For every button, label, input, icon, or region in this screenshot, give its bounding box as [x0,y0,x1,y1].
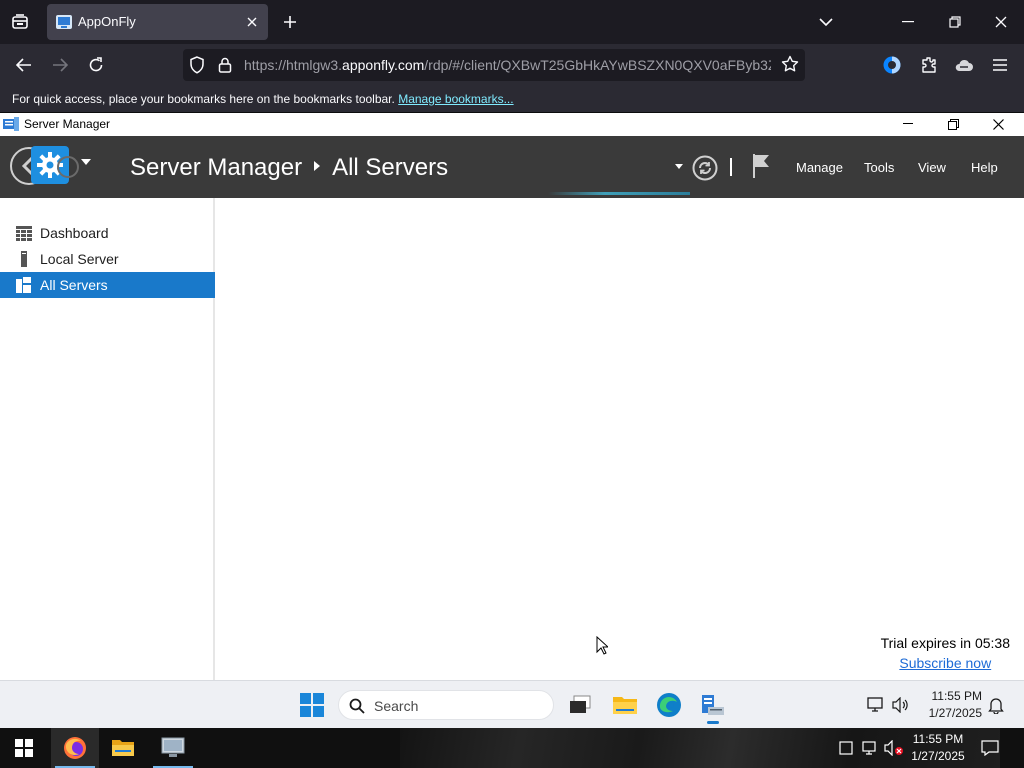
trial-notice: Trial expires in 05:38 Subscribe now [881,635,1010,671]
minimize-icon[interactable] [888,114,928,134]
sidebar-item-label: Local Server [40,251,119,267]
host-network-icon[interactable] [861,738,881,758]
window-title: Server Manager [24,117,111,131]
host-volume-muted-icon[interactable] [884,738,904,758]
restore-window-icon[interactable] [943,10,967,34]
search-placeholder: Search [374,698,419,714]
host-action-center-icon[interactable] [980,738,1000,758]
maximize-icon[interactable] [933,114,973,134]
refresh-progress-indicator [548,192,690,195]
server-manager-titlebar: Server Manager [0,113,1024,136]
host-firefox-icon[interactable] [51,728,99,768]
main-content-area[interactable] [217,198,1024,680]
refresh-icon[interactable] [692,155,718,181]
sidebar-item-label: All Servers [40,277,108,293]
menu-view[interactable]: View [918,160,946,175]
browser-tab[interactable]: AppOnFly [47,4,268,40]
menu-manage[interactable]: Manage [796,160,843,175]
extension-cloud-icon[interactable] [952,53,976,77]
host-windows-start-icon[interactable] [0,728,48,768]
host-time: 11:55 PM [912,732,964,746]
navigation-history-dropdown-icon[interactable] [80,158,92,166]
sidebar-item-dashboard[interactable]: Dashboard [0,220,215,246]
tab-title: AppOnFly [78,14,136,29]
minimize-window-icon[interactable] [896,10,920,34]
menu-tools[interactable]: Tools [864,160,894,175]
remote-time: 11:55 PM [931,689,982,703]
network-icon[interactable] [866,695,886,715]
remote-desktop-viewport[interactable]: Server Manager Server Manager All Server… [0,113,1024,728]
url-text[interactable]: https://htmlgw3.apponfly.com/rdp/#/clien… [244,57,771,73]
firefox-view-icon[interactable] [6,8,34,36]
notifications-flag-icon[interactable] [752,153,770,179]
server-manager-taskbar-icon[interactable] [697,689,729,724]
host-clock[interactable]: 11:55 PM 1/27/2025 [905,731,971,765]
remote-date: 1/27/2025 [928,706,982,720]
back-arrow-icon[interactable] [11,52,37,78]
edge-browser-icon[interactable] [653,689,685,721]
volume-icon[interactable] [891,695,911,715]
bookmark-star-icon[interactable] [781,55,799,73]
list-all-tabs-icon[interactable] [814,10,838,34]
mouse-pointer-icon [596,636,608,655]
tracking-protection-shield-icon[interactable] [189,56,205,74]
sidebar-item-all-servers[interactable]: All Servers [0,272,215,298]
host-show-desktop-icon[interactable] [836,738,856,758]
close-icon[interactable] [978,114,1018,134]
remote-taskbar: Search 11:55 PM 1/27/2025 [0,680,1024,728]
host-taskbar: 11:55 PM 1/27/2025 [0,728,1024,768]
extensions-icon[interactable] [917,53,941,77]
server-manager-app-icon [3,117,19,131]
bookmarks-toolbar: For quick access, place your bookmarks h… [0,86,1024,113]
navigation-sidebar: Dashboard Local Server All Servers [0,198,215,680]
new-tab-icon[interactable] [278,10,302,34]
file-explorer-icon[interactable] [609,689,641,721]
apponfly-favicon-icon [56,15,72,29]
sidebar-item-local-server[interactable]: Local Server [0,246,215,272]
server-manager-header: Server Manager All Servers Manage Tools … [0,136,1024,198]
header-dropdown-icon[interactable] [675,164,683,169]
forward-button[interactable] [56,155,80,179]
sidebar-item-label: Dashboard [40,225,109,241]
subscribe-now-link[interactable]: Subscribe now [881,655,1010,671]
breadcrumb-app: Server Manager [130,154,303,181]
firefox-account-icon[interactable] [880,53,904,77]
menu-help[interactable]: Help [971,160,998,175]
forward-arrow-icon[interactable] [47,52,73,78]
host-file-explorer-icon[interactable] [99,728,147,768]
reload-icon[interactable] [83,52,109,78]
host-rdp-client-icon[interactable] [149,728,197,768]
taskbar-search-box[interactable]: Search [338,690,554,720]
windows-start-icon[interactable] [300,693,324,717]
host-date: 1/27/2025 [911,749,965,763]
close-window-icon[interactable] [989,10,1013,34]
browser-tab-bar: AppOnFly [0,0,1024,44]
breadcrumb-page: All Servers [332,154,449,181]
header-divider [730,158,732,176]
server-icon [16,251,32,267]
notification-bell-icon[interactable] [986,695,1006,715]
browser-navigation-bar: https://htmlgw3.apponfly.com/rdp/#/clien… [0,44,1024,86]
address-bar[interactable]: https://htmlgw3.apponfly.com/rdp/#/clien… [183,49,805,81]
hamburger-menu-icon[interactable] [988,53,1012,77]
bookmarks-toolbar-message: For quick access, place your bookmarks h… [12,92,514,106]
task-view-icon[interactable] [564,689,596,721]
close-tab-icon[interactable] [242,12,262,32]
dashboard-icon [16,225,32,241]
trial-expiry-text: Trial expires in 05:38 [880,635,1010,651]
breadcrumb-separator-icon [314,161,321,171]
lock-icon[interactable] [218,56,232,74]
search-icon [349,698,365,714]
manage-bookmarks-link[interactable]: Manage bookmarks... [398,92,513,106]
remote-clock[interactable]: 11:55 PM 1/27/2025 [916,688,982,722]
servers-icon [16,277,32,293]
breadcrumb: Server Manager All Servers [130,154,448,182]
